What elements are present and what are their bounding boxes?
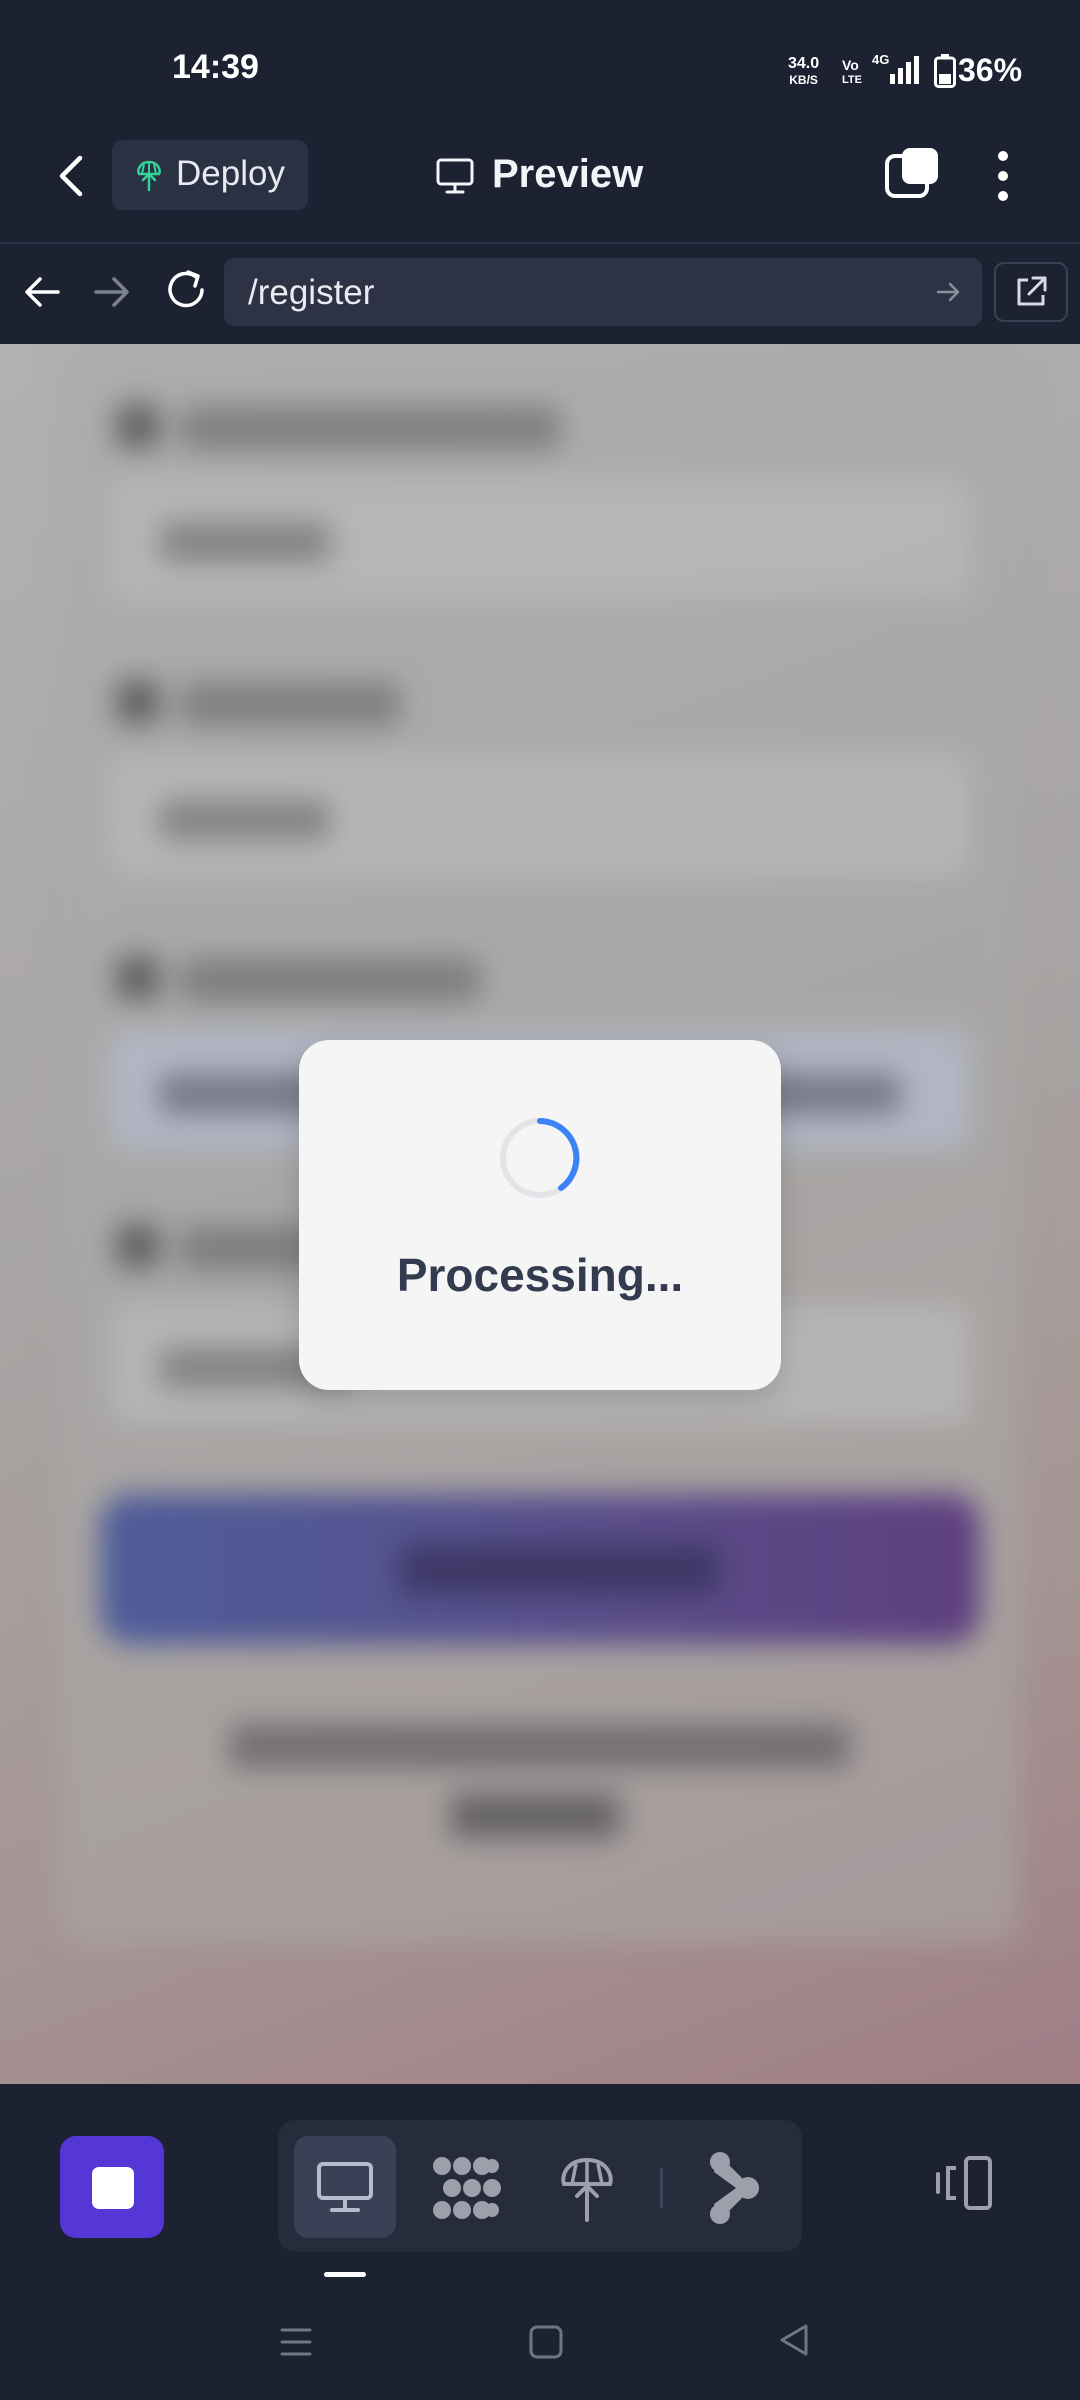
branch-icon[interactable] (700, 2148, 770, 2228)
stop-icon (92, 2167, 134, 2209)
processing-dialog: Processing... (299, 1040, 781, 1390)
go-arrow-icon[interactable] (936, 280, 962, 304)
stop-button[interactable] (60, 2136, 164, 2238)
network-speed-value: 34.0 (788, 55, 820, 72)
volte-top: Vo (842, 57, 859, 73)
responsive-icon[interactable] (932, 2154, 1000, 2214)
deploy-icon[interactable] (552, 2148, 622, 2228)
tabs-icon[interactable] (884, 146, 940, 202)
deploy-tree-icon (137, 160, 161, 192)
volte-indicator: Vo LTE (842, 58, 862, 88)
home-icon[interactable] (526, 2322, 566, 2362)
arrow-left-icon[interactable] (20, 270, 64, 314)
page-title-text: Preview (492, 152, 644, 196)
url-path: /register (248, 273, 375, 312)
swarm-icon[interactable] (428, 2148, 508, 2228)
battery-icon (934, 54, 956, 88)
more-vertical-icon[interactable] (988, 148, 1018, 204)
arrow-right-icon[interactable] (90, 270, 134, 314)
status-time: 14:39 (172, 48, 259, 86)
back-button[interactable] (48, 148, 94, 204)
recent-apps-icon[interactable] (276, 2322, 316, 2362)
network-speed: 34.0 KB/S (788, 56, 819, 88)
volte-bottom: LTE (842, 74, 862, 86)
system-back-icon[interactable] (774, 2320, 814, 2360)
battery-percentage: 36% (958, 52, 1023, 88)
loading-spinner-icon (500, 1118, 580, 1198)
signal-icon (890, 56, 919, 84)
network-type: 4G (872, 52, 890, 67)
deploy-label: Deploy (176, 154, 285, 193)
reload-icon[interactable] (162, 266, 210, 314)
deploy-button[interactable]: Deploy (112, 140, 308, 210)
divider (660, 2168, 663, 2208)
monitor-icon (436, 158, 474, 194)
external-link-icon (1017, 276, 1047, 306)
url-input[interactable]: /register (224, 258, 982, 326)
open-external-button[interactable] (994, 262, 1068, 322)
desktop-view-button[interactable] (294, 2136, 396, 2238)
processing-text: Processing... (396, 1249, 684, 1301)
network-speed-unit: KB/S (789, 73, 818, 87)
active-tab-indicator (324, 2272, 366, 2277)
monitor-icon (317, 2162, 373, 2212)
